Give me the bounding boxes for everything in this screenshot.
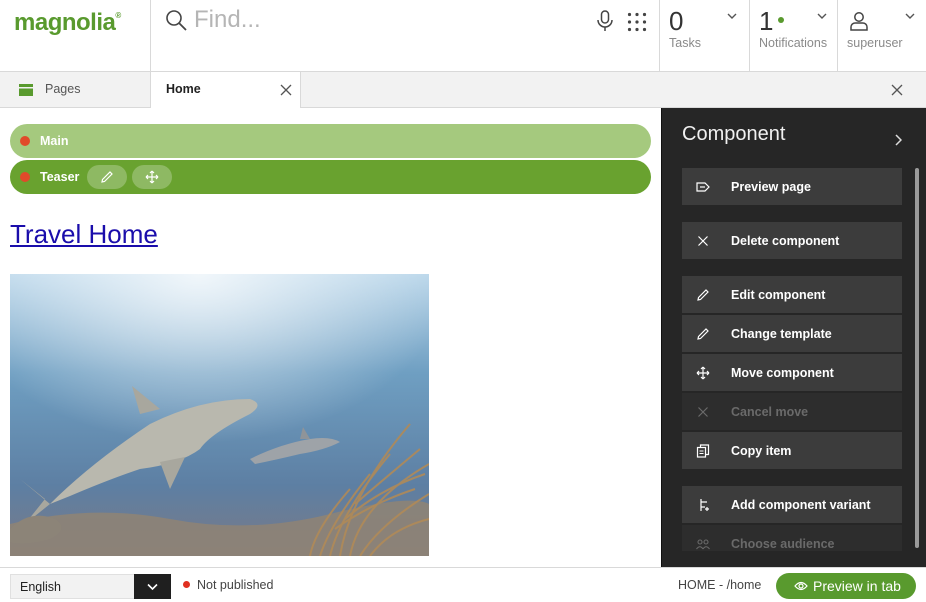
logo-area: magnolia® xyxy=(0,0,151,72)
action-label: Add component variant xyxy=(731,498,871,512)
notification-dot xyxy=(778,17,784,23)
language-select[interactable]: English xyxy=(10,574,171,599)
panel-title: Component xyxy=(682,123,786,145)
preview-in-tab-label: Preview in tab xyxy=(813,578,901,594)
user-menu[interactable]: superuser xyxy=(837,0,926,72)
panel-scrollbar[interactable] xyxy=(915,168,919,548)
move-icon xyxy=(145,170,159,184)
change-template-button[interactable]: Change template xyxy=(682,315,902,352)
action-label: Preview page xyxy=(731,180,811,194)
tab-home[interactable]: Home xyxy=(151,72,301,109)
action-label: Cancel move xyxy=(731,405,809,419)
pencil-icon xyxy=(697,289,709,301)
hero-image-sharks xyxy=(10,274,429,556)
pencil-icon xyxy=(697,328,709,340)
area-label: Teaser xyxy=(40,170,80,184)
close-tab-icon[interactable] xyxy=(280,84,292,96)
chevron-down-icon xyxy=(147,583,158,591)
tab-home-label: Home xyxy=(166,82,201,96)
page-path: HOME - /home xyxy=(678,578,762,592)
area-bar-teaser[interactable]: Teaser xyxy=(10,160,651,194)
travel-home-link[interactable]: Travel Home xyxy=(10,219,158,250)
area-bar-main[interactable]: Main xyxy=(10,124,651,158)
search-bar xyxy=(152,0,659,72)
close-app-icon[interactable] xyxy=(891,84,903,96)
action-label: Delete component xyxy=(731,234,840,248)
edit-component-button[interactable] xyxy=(87,165,127,189)
unpublished-dot xyxy=(20,172,30,182)
app-launcher-icon[interactable] xyxy=(627,12,647,32)
copy-icon xyxy=(696,444,710,458)
action-label: Edit component xyxy=(731,288,826,302)
chevron-down-icon xyxy=(817,13,827,19)
search-input[interactable] xyxy=(194,4,574,36)
preview-icon xyxy=(696,182,710,192)
pencil-icon xyxy=(101,171,113,183)
move-component-action[interactable]: Move component xyxy=(682,354,902,391)
notifications-count: 1 xyxy=(759,6,774,36)
action-label: Copy item xyxy=(731,444,792,458)
component-actions-panel: Component Preview page Delete component … xyxy=(661,108,926,567)
magnolia-logo[interactable]: magnolia® xyxy=(14,9,121,37)
area-label: Main xyxy=(40,134,69,148)
close-icon xyxy=(698,236,708,246)
tasks-indicator[interactable]: 0 Tasks xyxy=(659,0,749,72)
delete-component-button[interactable]: Delete component xyxy=(682,222,902,259)
action-label: Choose audience xyxy=(731,537,835,551)
app-header: magnolia® 0 Tasks 1 Notificati xyxy=(0,0,926,72)
pages-app-icon xyxy=(19,84,33,96)
variant-icon xyxy=(700,499,709,511)
user-icon xyxy=(850,12,868,31)
user-label: superuser xyxy=(847,36,903,50)
notifications-indicator[interactable]: 1 Notifications xyxy=(749,0,837,72)
eye-icon xyxy=(794,581,808,591)
chevron-down-icon xyxy=(905,13,915,19)
microphone-icon[interactable] xyxy=(596,10,614,32)
move-component-button[interactable] xyxy=(132,165,172,189)
language-value: English xyxy=(20,580,61,594)
close-icon xyxy=(698,407,708,417)
copy-item-button[interactable]: Copy item xyxy=(682,432,902,469)
search-icon[interactable] xyxy=(164,8,188,32)
status-bar: English Not published HOME - /home Previ… xyxy=(0,567,926,602)
publish-status: Not published xyxy=(197,578,274,592)
edit-component-action[interactable]: Edit component xyxy=(682,276,902,313)
tab-pages[interactable]: Pages xyxy=(0,72,151,108)
page-preview: Main Teaser Travel Home xyxy=(0,108,660,567)
add-component-variant-button[interactable]: Add component variant xyxy=(682,486,902,523)
move-icon xyxy=(696,366,710,380)
publish-status-dot xyxy=(183,581,190,588)
audience-icon xyxy=(696,539,710,550)
tasks-count: 0 xyxy=(669,6,684,36)
action-label: Move component xyxy=(731,366,834,380)
action-label: Change template xyxy=(731,327,832,341)
logo-text: magnolia xyxy=(14,9,116,36)
preview-in-tab-button[interactable]: Preview in tab xyxy=(776,573,916,599)
tasks-label: Tasks xyxy=(669,36,701,50)
notifications-label: Notifications xyxy=(759,36,828,50)
language-dropdown-button[interactable] xyxy=(134,574,171,599)
chevron-down-icon xyxy=(727,13,737,19)
preview-page-button[interactable]: Preview page xyxy=(682,168,902,205)
tab-bar: Pages Home xyxy=(0,72,926,109)
panel-bottom-edge xyxy=(662,551,922,567)
chevron-right-icon[interactable] xyxy=(894,134,902,146)
cancel-move-button: Cancel move xyxy=(682,393,902,430)
tab-pages-label: Pages xyxy=(45,82,81,96)
logo-registered-mark: ® xyxy=(115,11,121,20)
unpublished-dot xyxy=(20,136,30,146)
